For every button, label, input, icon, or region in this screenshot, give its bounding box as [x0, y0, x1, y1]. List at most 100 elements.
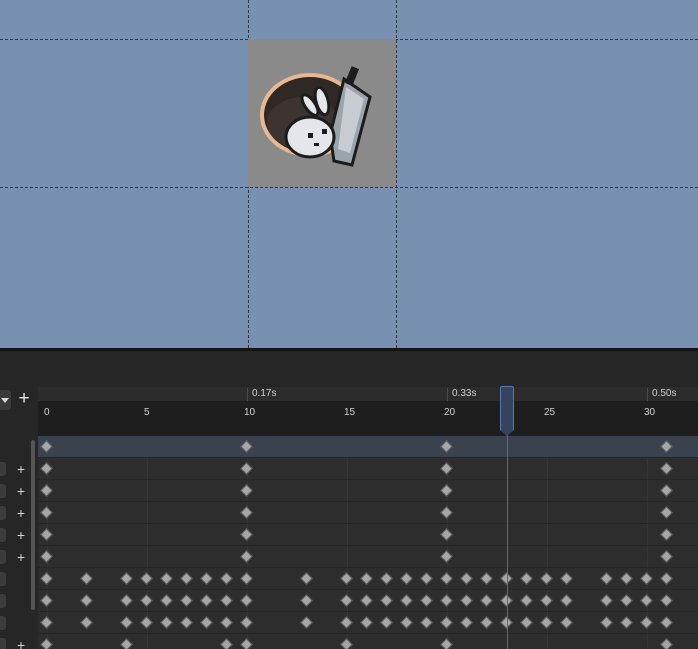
keyframe-diamond[interactable]: [120, 638, 133, 649]
keyframe-diamond[interactable]: [460, 594, 473, 607]
keyframe-diamond[interactable]: [660, 638, 673, 649]
keyframe-diamond[interactable]: [340, 594, 353, 607]
track-handle[interactable]: [0, 616, 6, 630]
track-row[interactable]: [38, 502, 698, 524]
keyframe-diamond[interactable]: [300, 594, 313, 607]
keyframe-diamond[interactable]: [160, 616, 173, 629]
keyframe-diamond[interactable]: [660, 484, 673, 497]
keyframe-diamond[interactable]: [40, 484, 53, 497]
playhead-handle[interactable]: [500, 386, 514, 436]
track-handle[interactable]: [0, 528, 6, 542]
keyframe-diamond[interactable]: [40, 616, 53, 629]
keyframe-diamond[interactable]: [380, 572, 393, 585]
track-row[interactable]: [38, 524, 698, 546]
keyframe-diamond[interactable]: [200, 616, 213, 629]
keyframe-diamond[interactable]: [480, 616, 493, 629]
track-handle[interactable]: [0, 572, 6, 586]
keyframe-diamond[interactable]: [520, 616, 533, 629]
keyframe-diamond[interactable]: [240, 528, 253, 541]
keyframe-diamond[interactable]: [400, 594, 413, 607]
track-row[interactable]: [38, 480, 698, 502]
keyframe-diamond[interactable]: [460, 572, 473, 585]
track-handle[interactable]: [0, 484, 6, 498]
keyframe-diamond[interactable]: [560, 572, 573, 585]
keyframe-diamond[interactable]: [340, 616, 353, 629]
track-handle[interactable]: [0, 506, 6, 520]
keyframe-diamond[interactable]: [560, 594, 573, 607]
keyframe-diamond[interactable]: [360, 594, 373, 607]
keyframe-diamond[interactable]: [660, 528, 673, 541]
keyframe-diamond[interactable]: [200, 572, 213, 585]
keyframe-diamond[interactable]: [240, 550, 253, 563]
keyframe-diamond[interactable]: [180, 572, 193, 585]
sprite-canvas[interactable]: [0, 0, 698, 348]
keyframe-diamond[interactable]: [660, 572, 673, 585]
keyframe-diamond[interactable]: [40, 638, 53, 649]
keyframe-diamond[interactable]: [440, 440, 453, 453]
keyframe-diamond[interactable]: [540, 616, 553, 629]
keyframe-diamond[interactable]: [480, 572, 493, 585]
keyframe-diamond[interactable]: [460, 616, 473, 629]
keyframe-diamond[interactable]: [340, 572, 353, 585]
add-track-button[interactable]: +: [16, 389, 32, 409]
keyframe-diamond[interactable]: [160, 572, 173, 585]
keyframe-diamond[interactable]: [540, 572, 553, 585]
keyframe-diamond[interactable]: [140, 572, 153, 585]
keyframe-diamond[interactable]: [240, 440, 253, 453]
keyframe-diamond[interactable]: [40, 594, 53, 607]
keyframe-diamond[interactable]: [180, 616, 193, 629]
keyframe-diamond[interactable]: [40, 528, 53, 541]
add-keyframe-button[interactable]: +: [14, 462, 28, 476]
keyframe-diamond[interactable]: [480, 594, 493, 607]
keyframe-diamond[interactable]: [240, 462, 253, 475]
track-scrollbar[interactable]: [31, 440, 35, 610]
keyframe-diamond[interactable]: [400, 616, 413, 629]
add-keyframe-button[interactable]: +: [14, 550, 28, 564]
keyframe-diamond[interactable]: [660, 594, 673, 607]
keyframe-diamond[interactable]: [240, 506, 253, 519]
keyframe-diamond[interactable]: [40, 572, 53, 585]
keyframe-diamond[interactable]: [420, 594, 433, 607]
keyframe-diamond[interactable]: [300, 572, 313, 585]
keyframe-diamond[interactable]: [640, 572, 653, 585]
track-row[interactable]: [38, 458, 698, 480]
keyframe-track-area[interactable]: [38, 436, 698, 649]
keyframe-diamond[interactable]: [80, 572, 93, 585]
add-keyframe-button[interactable]: +: [14, 528, 28, 542]
add-keyframe-button[interactable]: +: [14, 484, 28, 498]
keyframe-diamond[interactable]: [40, 506, 53, 519]
keyframe-diamond[interactable]: [340, 638, 353, 649]
keyframe-diamond[interactable]: [240, 594, 253, 607]
keyframe-diamond[interactable]: [660, 506, 673, 519]
keyframe-diamond[interactable]: [560, 616, 573, 629]
keyframe-diamond[interactable]: [220, 594, 233, 607]
keyframe-diamond[interactable]: [640, 616, 653, 629]
keyframe-diamond[interactable]: [540, 594, 553, 607]
keyframe-diamond[interactable]: [240, 638, 253, 649]
keyframe-diamond[interactable]: [80, 616, 93, 629]
keyframe-diamond[interactable]: [600, 616, 613, 629]
track-row[interactable]: [38, 436, 698, 458]
chevron-down-icon[interactable]: [0, 390, 11, 410]
track-row[interactable]: [38, 612, 698, 634]
keyframe-diamond[interactable]: [520, 572, 533, 585]
keyframe-diamond[interactable]: [440, 638, 453, 649]
keyframe-diamond[interactable]: [40, 440, 53, 453]
keyframe-diamond[interactable]: [520, 594, 533, 607]
keyframe-diamond[interactable]: [440, 462, 453, 475]
keyframe-diamond[interactable]: [220, 616, 233, 629]
keyframe-diamond[interactable]: [220, 638, 233, 649]
keyframe-diamond[interactable]: [240, 484, 253, 497]
track-row[interactable]: [38, 590, 698, 612]
keyframe-diamond[interactable]: [80, 594, 93, 607]
track-row[interactable]: [38, 634, 698, 649]
keyframe-diamond[interactable]: [440, 528, 453, 541]
keyframe-diamond[interactable]: [240, 572, 253, 585]
keyframe-diamond[interactable]: [440, 616, 453, 629]
track-handle[interactable]: [0, 594, 6, 608]
keyframe-diamond[interactable]: [620, 594, 633, 607]
keyframe-diamond[interactable]: [420, 572, 433, 585]
keyframe-diamond[interactable]: [440, 484, 453, 497]
keyframe-diamond[interactable]: [660, 550, 673, 563]
keyframe-diamond[interactable]: [380, 594, 393, 607]
